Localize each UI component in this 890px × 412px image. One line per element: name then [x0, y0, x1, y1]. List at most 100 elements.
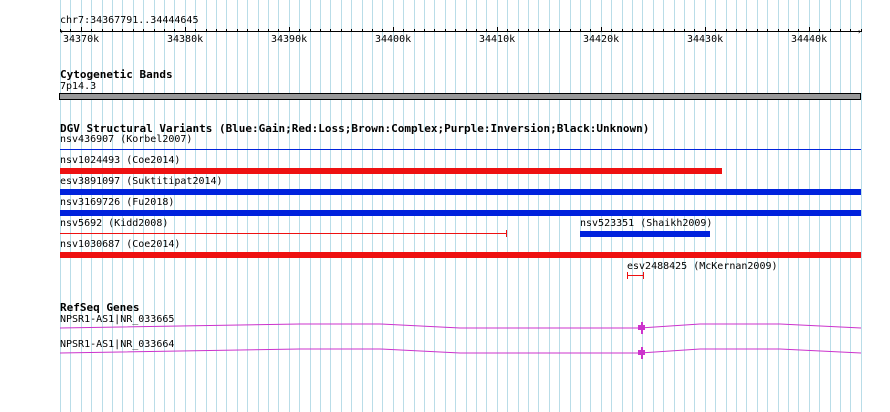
ruler-minor-tick — [216, 29, 217, 32]
variant-label[interactable]: nsv3169726 (Fu2018) — [60, 197, 174, 209]
ruler-tick-label: 34390k — [271, 34, 308, 45]
ruler-minor-tick — [486, 29, 487, 32]
ruler-minor-tick — [798, 29, 799, 32]
variant-bar-gain[interactable] — [60, 210, 861, 216]
ruler-minor-tick — [663, 29, 664, 32]
variant-label[interactable]: nsv1024493 (Coe2014) — [60, 155, 180, 167]
ruler-minor-tick — [674, 29, 675, 32]
variant-label[interactable]: nsv5692 (Kidd2008) — [60, 218, 168, 230]
ruler-minor-tick — [684, 29, 685, 32]
ruler-minor-tick — [840, 29, 841, 32]
track-title-refseq-genes[interactable]: RefSeq Genes — [60, 301, 139, 314]
ruler-minor-tick — [476, 29, 477, 32]
ruler-minor-tick — [154, 29, 155, 32]
variant-bar-loss[interactable] — [627, 275, 644, 276]
ruler-major-tick — [289, 27, 290, 32]
ruler-minor-tick — [694, 29, 695, 32]
ruler-tick-label: 34370k — [63, 34, 100, 45]
cytoband-bar[interactable] — [59, 93, 861, 100]
ruler-minor-tick — [778, 29, 779, 32]
variant-label[interactable]: esv2488425 (McKernan2009) — [627, 261, 778, 273]
ruler-minor-tick — [819, 29, 820, 32]
ruler-minor-tick — [736, 29, 737, 32]
variant-bar-gain[interactable] — [60, 189, 861, 195]
variant-bar-loss[interactable] — [60, 168, 722, 174]
genome-browser: chr7:34367791..34444645 ‹ › 34370k 34380k… — [0, 0, 890, 412]
cytoband-label: 7p14.3 — [60, 81, 97, 92]
ruler-minor-tick — [538, 29, 539, 32]
ruler-tick-label: 34430k — [687, 34, 724, 45]
ruler-minor-tick — [164, 29, 165, 32]
ruler-minor-tick — [122, 29, 123, 32]
variant-label[interactable]: nsv436907 (Korbel2007) — [60, 134, 192, 146]
ruler-minor-tick — [653, 29, 654, 32]
ruler-minor-tick — [268, 29, 269, 32]
ruler-minor-tick — [590, 29, 591, 32]
ruler-minor-tick — [642, 29, 643, 32]
variant-bar-gain[interactable] — [580, 231, 710, 237]
ruler-minor-tick — [767, 29, 768, 32]
ruler-minor-tick — [788, 29, 789, 32]
ruler-minor-tick — [861, 29, 862, 32]
ruler-minor-tick — [70, 29, 71, 32]
ruler-minor-tick — [715, 29, 716, 32]
ruler-minor-tick — [226, 29, 227, 32]
ruler-minor-tick — [112, 29, 113, 32]
ruler-major-tick — [601, 27, 602, 32]
ruler-minor-tick — [611, 29, 612, 32]
ruler-major-tick — [393, 27, 394, 32]
variant-label[interactable]: esv3891097 (Suktitipat2014) — [60, 176, 223, 188]
ruler-minor-tick — [830, 29, 831, 32]
variant-bar-gain[interactable] — [60, 149, 861, 150]
ruler-minor-tick — [91, 29, 92, 32]
ruler-minor-tick — [549, 29, 550, 32]
ruler-minor-tick — [455, 29, 456, 32]
ruler-minor-tick — [424, 29, 425, 32]
ruler-minor-tick — [414, 29, 415, 32]
ruler-minor-tick — [466, 29, 467, 32]
ruler-tick-label: 34410k — [479, 34, 516, 45]
ruler-major-tick — [705, 27, 706, 32]
gene-model[interactable] — [0, 343, 890, 365]
ruler-minor-tick — [195, 29, 196, 32]
gene-model[interactable] — [0, 318, 890, 340]
ruler-minor-tick — [559, 29, 560, 32]
ruler-minor-tick — [528, 29, 529, 32]
ruler-minor-tick — [362, 29, 363, 32]
ruler-minor-tick — [330, 29, 331, 32]
ruler-minor-tick — [341, 29, 342, 32]
ruler-minor-tick — [507, 29, 508, 32]
ruler-major-tick — [81, 27, 82, 32]
ruler-minor-tick — [580, 29, 581, 32]
track-title-cytogenetic-bands[interactable]: Cytogenetic Bands — [60, 68, 173, 81]
ruler-minor-tick — [299, 29, 300, 32]
ruler-minor-tick — [434, 29, 435, 32]
ruler-minor-tick — [278, 29, 279, 32]
ruler-minor-tick — [174, 29, 175, 32]
ruler-minor-tick — [247, 29, 248, 32]
ruler-minor-tick — [320, 29, 321, 32]
ruler-tick-label: 34420k — [583, 34, 620, 45]
variant-label[interactable]: nsv1030687 (Coe2014) — [60, 239, 180, 251]
ruler-minor-tick — [726, 29, 727, 32]
variant-bar-loss[interactable] — [60, 252, 861, 258]
ruler-tick-label: 34380k — [167, 34, 204, 45]
variant-end-tick — [643, 272, 644, 279]
ruler-minor-tick — [622, 29, 623, 32]
variant-label[interactable]: nsv523351 (Shaikh2009) — [580, 218, 712, 230]
ruler-minor-tick — [102, 29, 103, 32]
variant-start-tick — [627, 272, 628, 279]
ruler-major-tick — [497, 27, 498, 32]
ruler-major-tick — [809, 27, 810, 32]
ruler-minor-tick — [60, 29, 61, 32]
ruler-major-tick — [185, 27, 186, 32]
ruler-minor-tick — [143, 29, 144, 32]
variant-bar-loss[interactable] — [60, 233, 507, 234]
variant-end-tick — [506, 230, 507, 237]
ruler-minor-tick — [351, 29, 352, 32]
ruler-tick-label: 34440k — [791, 34, 828, 45]
ruler-minor-tick — [518, 29, 519, 32]
ruler-minor-tick — [133, 29, 134, 32]
ruler-minor-tick — [632, 29, 633, 32]
ruler-minor-tick — [445, 29, 446, 32]
